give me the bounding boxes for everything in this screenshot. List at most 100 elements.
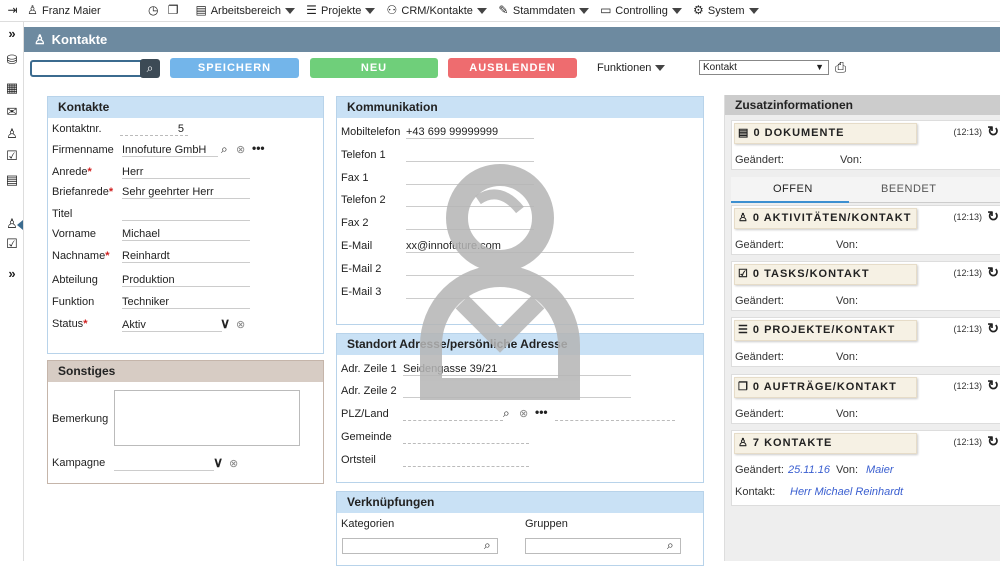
menu-crm-kontakte[interactable]: ⚇ CRM/Kontakte [385, 4, 487, 17]
refresh-icon[interactable]: ↻ [987, 264, 999, 281]
anrede-field[interactable]: Herr [122, 165, 250, 179]
logout-icon[interactable]: ⇥ [6, 4, 22, 17]
print-icon[interactable]: ⎙ [835, 59, 846, 76]
firmenname-label: Firmenname [52, 144, 114, 156]
clear-icon[interactable]: ⊗ [236, 143, 245, 156]
email-label: E-Mail [341, 240, 373, 252]
communication-panel: Kommunikation Mobiltelefon +43 699 99999… [336, 96, 704, 325]
documents-icon[interactable]: ▤ [5, 172, 19, 188]
timestamp: (12:13) [953, 437, 982, 447]
save-button[interactable]: SPEICHERN [170, 58, 299, 78]
tasks-card[interactable]: ☑ 0 TASKS/KONTAKT (12:13) ↻ Geändert: Vo… [731, 261, 1000, 311]
hide-button[interactable]: AUSBLENDEN [448, 58, 577, 78]
menu-stammdaten[interactable]: ✎ Stammdaten [497, 4, 590, 17]
nachname-field[interactable]: Reinhardt [122, 249, 250, 263]
more-icon[interactable]: ••• [535, 405, 548, 419]
orders-card[interactable]: ❐ 0 AUFTRÄGE/KONTAKT (12:13) ↻ Geändert:… [731, 374, 1000, 424]
page-title-bar: ♙ Kontakte [24, 27, 1000, 52]
more-icon[interactable]: ••• [252, 141, 265, 155]
mail-icon[interactable]: ✉ [5, 104, 19, 120]
chevron-down-icon[interactable]: ∨ [213, 454, 223, 471]
functions-menu[interactable]: Funktionen [597, 62, 666, 74]
orders-card-title[interactable]: ❐ 0 AUFTRÄGE/KONTAKT [734, 377, 917, 398]
expand-sidebar-icon[interactable]: » [5, 266, 19, 281]
mobil-field[interactable]: +43 699 99999999 [406, 125, 534, 139]
search-icon[interactable]: ⌕ [667, 538, 674, 553]
bemerkung-textarea[interactable] [114, 390, 300, 446]
vorname-field[interactable]: Michael [122, 227, 250, 241]
search-icon[interactable]: ⌕ [140, 59, 160, 78]
expand-sidebar-icon[interactable]: » [5, 26, 19, 41]
tasks-card-title[interactable]: ☑ 0 TASKS/KONTAKT [734, 264, 917, 285]
search-icon[interactable]: ⌕ [484, 538, 491, 553]
calendar-icon[interactable]: ▦ [5, 80, 19, 96]
refresh-icon[interactable]: ↻ [987, 320, 999, 337]
activities-card[interactable]: ♙ 0 AKTIVITÄTEN/KONTAKT (12:13) ↻ Geände… [731, 205, 1000, 255]
clear-icon[interactable]: ⊗ [519, 407, 528, 420]
menu-controlling[interactable]: ▭ Controlling [599, 4, 682, 17]
status-select[interactable]: Aktiv [122, 318, 222, 332]
documents-card-title[interactable]: ▤ 0 DOKUMENTE [734, 123, 917, 144]
search-icon[interactable]: ⌕ [503, 406, 510, 421]
view-select[interactable]: Kontakt ▼ [699, 60, 829, 75]
contacts-card[interactable]: ♙ 7 KONTAKTE (12:13) ↻ Geändert: 25.11.1… [731, 430, 1000, 506]
plz-field[interactable] [403, 407, 503, 421]
kategorien-field[interactable] [342, 538, 498, 554]
misc-panel-header: Sonstiges [48, 361, 323, 382]
person-icon[interactable]: ♙ [5, 126, 19, 142]
kontaktnr-field[interactable]: 5 [120, 122, 188, 136]
menu-arbeitsbereich[interactable]: ▤ Arbeitsbereich [195, 3, 296, 17]
menu-system[interactable]: ⚙ System [692, 4, 759, 17]
briefanrede-field[interactable]: Sehr geehrter Herr [122, 185, 250, 199]
new-button[interactable]: NEU [310, 58, 438, 78]
windows-icon[interactable]: ❐ [167, 4, 183, 17]
contacts-card-title[interactable]: ♙ 7 KONTAKTE [734, 433, 917, 454]
task-icon[interactable]: ☑ [5, 148, 19, 164]
abteilung-field[interactable]: Produktion [122, 273, 250, 287]
firmenname-field[interactable]: Innofuture GmbH [122, 143, 218, 157]
activities-card-title[interactable]: ♙ 0 AKTIVITÄTEN/KONTAKT [734, 208, 917, 229]
task-icon[interactable]: ☑ [5, 236, 19, 252]
email-field[interactable]: xx@innofuture.com [406, 239, 634, 253]
chevron-down-icon[interactable]: ∨ [220, 315, 230, 332]
documents-card[interactable]: ▤ 0 DOKUMENTE (12:13) ↻ Geändert: Von: [731, 120, 1000, 170]
anrede-label: Anrede* [52, 166, 92, 178]
chevron-down-icon [285, 7, 296, 14]
search-icon[interactable]: ⌕ [221, 142, 228, 157]
zeile1-field[interactable]: Seidengasse 39/21 [403, 362, 631, 376]
timestamp: (12:13) [953, 381, 982, 391]
land-field[interactable] [555, 407, 675, 421]
titel-field[interactable] [122, 207, 250, 221]
gemeinde-field[interactable] [403, 430, 529, 444]
refresh-icon[interactable]: ↻ [987, 433, 999, 450]
database-icon[interactable]: ⛁ [5, 52, 19, 68]
email3-label: E-Mail 3 [341, 286, 382, 298]
ortsteil-field[interactable] [403, 453, 529, 467]
tel2-field[interactable] [406, 193, 534, 207]
clear-icon[interactable]: ⊗ [236, 318, 245, 331]
clear-icon[interactable]: ⊗ [229, 457, 238, 470]
fax2-field[interactable] [406, 216, 534, 230]
email2-field[interactable] [406, 262, 634, 276]
toolbar: ⌕ SPEICHERN NEU AUSBLENDEN Funktionen Ko… [24, 54, 1000, 82]
user-menu[interactable]: ♙ Franz Maier [26, 4, 101, 17]
refresh-icon[interactable]: ↻ [987, 123, 999, 140]
email3-field[interactable] [406, 285, 634, 299]
tab-done[interactable]: BEENDET [881, 183, 936, 195]
kampagne-select[interactable] [114, 457, 214, 471]
tab-open[interactable]: OFFEN [773, 183, 813, 195]
zeile2-field[interactable] [403, 384, 631, 398]
contact-link[interactable]: Herr Michael Reinhardt [790, 486, 903, 498]
fax1-field[interactable] [406, 171, 534, 185]
refresh-icon[interactable]: ↻ [987, 208, 999, 225]
projects-card[interactable]: ☰ 0 PROJEKTE/KONTAKT (12:13) ↻ Geändert:… [731, 317, 1000, 367]
page-title: Kontakte [51, 32, 108, 47]
timer-icon[interactable]: ◷ [147, 4, 163, 17]
gruppen-field[interactable] [525, 538, 681, 554]
funktion-field[interactable]: Techniker [122, 295, 250, 309]
projects-card-title[interactable]: ☰ 0 PROJEKTE/KONTAKT [734, 320, 917, 341]
clipboard-icon: ▤ [195, 3, 207, 17]
menu-projekte[interactable]: ☰ Projekte [305, 4, 376, 17]
refresh-icon[interactable]: ↻ [987, 377, 999, 394]
tel1-field[interactable] [406, 148, 534, 162]
